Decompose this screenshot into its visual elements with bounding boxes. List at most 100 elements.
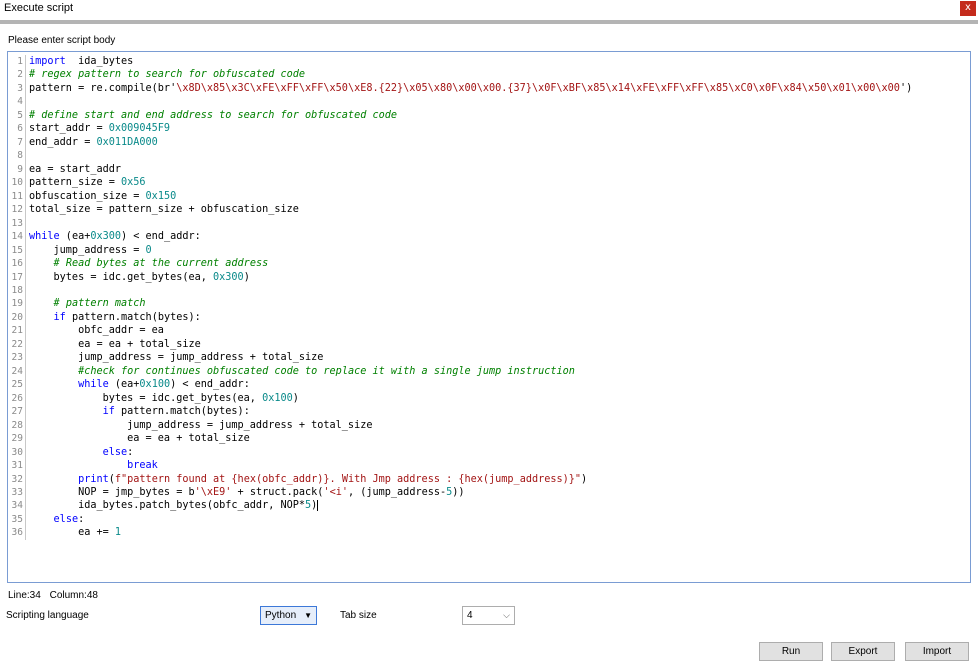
code-token: 0x300 bbox=[90, 231, 122, 243]
code-text: break bbox=[26, 459, 158, 472]
code-line[interactable]: 31 break bbox=[8, 459, 970, 473]
line-number: 13 bbox=[8, 216, 26, 231]
code-line[interactable]: 28 jump_address = jump_address + total_s… bbox=[8, 418, 970, 433]
line-number: 35 bbox=[8, 512, 26, 527]
export-button[interactable]: Export bbox=[831, 642, 895, 661]
code-line[interactable]: 30 else: bbox=[8, 445, 970, 460]
chevron-down-icon: ⌵ bbox=[503, 610, 510, 620]
title-separator bbox=[0, 20, 978, 24]
close-button[interactable]: x bbox=[960, 1, 976, 16]
code-line[interactable]: 22 ea = ea + total_size bbox=[8, 337, 970, 352]
line-number: 25 bbox=[8, 378, 26, 392]
code-token: : bbox=[127, 446, 134, 458]
line-number: 23 bbox=[8, 351, 26, 365]
code-line[interactable]: 16 # Read bytes at the current address bbox=[8, 257, 970, 271]
code-line[interactable]: 8 bbox=[8, 149, 970, 163]
code-token: ea += bbox=[29, 527, 115, 539]
code-text: print(f"pattern found at {hex(obfc_addr)… bbox=[26, 473, 587, 486]
code-text: ea += 1 bbox=[26, 526, 121, 539]
run-button[interactable]: Run bbox=[759, 642, 823, 661]
line-number: 22 bbox=[8, 337, 26, 352]
line-number: 20 bbox=[8, 310, 26, 325]
tab-size-select[interactable]: 4 ⌵ bbox=[462, 606, 515, 625]
scripting-language-select[interactable]: Python ▼ bbox=[260, 606, 317, 625]
code-line[interactable]: 6 start_addr = 0x009045F9 bbox=[8, 122, 970, 136]
code-line[interactable]: 5 # define start and end address to searc… bbox=[8, 108, 970, 123]
text-caret bbox=[317, 499, 319, 511]
code-text: ea = ea + total_size bbox=[26, 432, 250, 445]
code-token: (ea+ bbox=[59, 231, 91, 243]
code-token: # define start and end address to search… bbox=[29, 109, 398, 121]
code-line[interactable]: 21 obfc_addr = ea bbox=[8, 324, 970, 338]
code-line[interactable]: 29 ea = ea + total_size bbox=[8, 432, 970, 446]
code-token: end_addr = bbox=[29, 136, 97, 148]
code-token: 0x009045F9 bbox=[108, 123, 171, 135]
code-line[interactable]: 2 # regex pattern to search for obfuscate… bbox=[8, 68, 970, 82]
code-line[interactable]: 35 else: bbox=[8, 512, 970, 527]
code-line[interactable]: 34 ida_bytes.patch_bytes(obfc_addr, NOP*… bbox=[8, 499, 970, 513]
code-line[interactable]: 7 end_addr = 0x011DA000 bbox=[8, 135, 970, 150]
code-token: ea = start_addr bbox=[29, 163, 122, 175]
code-line[interactable]: 23 jump_address = jump_address + total_s… bbox=[8, 351, 970, 365]
code-line[interactable]: 13 bbox=[8, 216, 970, 231]
code-line[interactable]: 24 #check for continues obfuscated code … bbox=[8, 364, 970, 379]
code-token: # Read bytes at the current address bbox=[53, 258, 269, 270]
line-number: 27 bbox=[8, 405, 26, 419]
code-line[interactable]: 32 print(f"pattern found at {hex(obfc_ad… bbox=[8, 472, 970, 486]
code-line[interactable]: 4 bbox=[8, 95, 970, 109]
code-line[interactable]: 12 total_size = pattern_size + obfuscatio… bbox=[8, 203, 970, 217]
code-line[interactable]: 10 pattern_size = 0x56 bbox=[8, 176, 970, 190]
line-number: 6 bbox=[8, 122, 26, 136]
code-token: + struct.pack( bbox=[231, 487, 324, 498]
import-button[interactable]: Import bbox=[905, 642, 969, 661]
code-line[interactable]: 26 bytes = idc.get_bytes(ea, 0x100) bbox=[8, 391, 970, 406]
code-line[interactable]: 3 pattern = re.compile(br'\x8D\x85\x3C\xF… bbox=[8, 81, 970, 96]
script-editor[interactable]: 1 import ida_bytes 2 # regex pattern to sea… bbox=[7, 51, 971, 583]
line-number: 18 bbox=[8, 283, 26, 298]
code-line[interactable]: 17 bytes = idc.get_bytes(ea, 0x300) bbox=[8, 270, 970, 284]
code-line[interactable]: 9 ea = start_addr bbox=[8, 162, 970, 177]
line-number: 26 bbox=[8, 391, 26, 406]
scripting-language-label: Scripting language bbox=[6, 610, 89, 621]
code-token: ea = ea + total_size bbox=[29, 338, 201, 350]
code-token: print bbox=[78, 473, 109, 485]
code-line[interactable]: 18 bbox=[8, 283, 970, 298]
code-line[interactable]: 36 ea += 1 bbox=[8, 526, 970, 540]
code-token: else bbox=[102, 446, 128, 458]
code-line[interactable]: 15 jump_address = 0 bbox=[8, 243, 970, 258]
code-token: pattern = re.compile(br' bbox=[29, 82, 177, 94]
tab-size-value: 4 bbox=[467, 610, 473, 621]
code-area[interactable]: 1 import ida_bytes 2 # regex pattern to sea… bbox=[8, 55, 970, 540]
code-token: while bbox=[78, 379, 109, 391]
code-line[interactable]: 33 NOP = jmp_bytes = b'\xE9' + struct.pa… bbox=[8, 486, 970, 500]
code-line[interactable]: 11 obfuscation_size = 0x150 bbox=[8, 189, 970, 204]
code-line[interactable]: 14 while (ea+0x300) < end_addr: bbox=[8, 230, 970, 244]
code-token: 0x300 bbox=[213, 271, 244, 283]
column-indicator: Column:48 bbox=[49, 590, 98, 601]
code-token: jump_address = jump_address + total_size bbox=[29, 419, 373, 431]
tab-size-label: Tab size bbox=[340, 610, 377, 621]
line-number: 14 bbox=[8, 230, 26, 244]
code-text: # define start and end address to search… bbox=[26, 109, 397, 122]
code-line[interactable]: 1 import ida_bytes bbox=[8, 55, 970, 69]
code-line[interactable]: 27 if pattern.match(bytes): bbox=[8, 405, 970, 419]
code-text: while (ea+0x100) < end_addr: bbox=[26, 378, 250, 391]
code-text: ida_bytes.patch_bytes(obfc_addr, NOP*5) bbox=[26, 499, 319, 512]
code-text: ea = start_addr bbox=[26, 163, 121, 176]
code-text: if pattern.match(bytes): bbox=[26, 405, 250, 418]
line-indicator: Line:34 bbox=[8, 590, 41, 601]
code-line[interactable]: 19 # pattern match bbox=[8, 297, 970, 311]
line-number: 1 bbox=[8, 55, 26, 69]
code-token: ida_bytes.patch_bytes(obfc_addr, NOP* bbox=[29, 500, 306, 512]
code-line[interactable]: 20 if pattern.match(bytes): bbox=[8, 310, 970, 325]
code-line[interactable]: 25 while (ea+0x100) < end_addr: bbox=[8, 378, 970, 392]
dropdown-arrow-icon: ▼ bbox=[304, 611, 312, 620]
code-token: : bbox=[78, 513, 85, 525]
